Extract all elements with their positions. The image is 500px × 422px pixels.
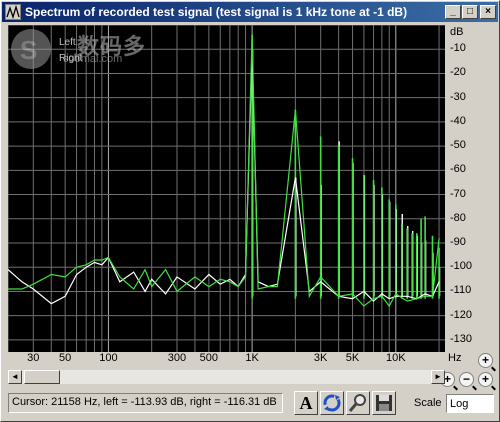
legend-left: Left <box>59 37 76 48</box>
x-tick-label: 10K <box>386 352 406 364</box>
watermark-logo-letter: S <box>20 35 38 65</box>
x-tick-label: 1K <box>245 352 259 364</box>
scale-label: Scale <box>414 397 442 409</box>
scroll-left-button[interactable]: ◄ <box>8 370 22 384</box>
minimize-button[interactable]: _ <box>445 5 461 19</box>
floppy-disk-icon <box>376 395 392 411</box>
y-tick-label: -120 <box>450 308 473 321</box>
cursor-status: Cursor: 21158 Hz, left = -113.93 dB, rig… <box>8 393 283 413</box>
y-unit-label: dB <box>450 26 464 38</box>
zoom-in-vertical-icon[interactable]: + <box>478 353 493 368</box>
zoom-out-symbol: − <box>462 372 470 386</box>
close-button[interactable]: × <box>480 5 496 19</box>
magnifier-icon <box>348 394 366 412</box>
y-tick-label: -110 <box>450 284 472 297</box>
y-tick-label: -20 <box>450 66 466 79</box>
text-tool-label: A <box>299 393 313 413</box>
refresh-icon <box>323 394 341 412</box>
window-title: Spectrum of recorded test signal (test s… <box>25 5 408 19</box>
y-tick-label: -90 <box>450 236 466 248</box>
y-tick-label: -60 <box>450 163 466 176</box>
x-unit-label: Hz <box>448 352 462 364</box>
y-tick-label: -50 <box>450 139 466 152</box>
y-tick-label: -40 <box>450 114 466 127</box>
x-tick-label: 300 <box>167 352 187 364</box>
x-tick-label: 100 <box>99 352 118 364</box>
y-tick-label: -130 <box>450 332 473 345</box>
y-tick-label: -80 <box>450 211 466 224</box>
legend-right: Right <box>59 53 83 64</box>
x-tick-label: 30 <box>27 352 40 364</box>
refresh-button[interactable] <box>320 391 344 415</box>
title-bar[interactable]: Spectrum of recorded test signal (test s… <box>2 2 498 22</box>
x-tick-label: 3K <box>313 352 328 364</box>
save-button[interactable] <box>372 391 396 415</box>
y-tick-label: -30 <box>450 90 466 103</box>
zoom-fit-symbol: + <box>481 372 489 386</box>
x-tick-label: 50 <box>59 352 72 364</box>
zoom-in-symbol: + <box>443 372 451 386</box>
spectrum-window: Spectrum of recorded test signal (test s… <box>0 0 500 422</box>
y-axis-labels: dB -10 -20 -30 -40 -50 -60 -70 -80 -90 -100 -110 -1… <box>448 25 488 352</box>
zoom-tool-button[interactable] <box>346 391 370 415</box>
scroll-thumb[interactable] <box>24 370 60 384</box>
y-tick-label: -10 <box>450 42 466 55</box>
x-tick-label: 5K <box>345 352 360 364</box>
scale-field[interactable] <box>446 394 494 413</box>
text-tool-button[interactable]: A <box>294 391 318 415</box>
horizontal-scrollbar[interactable]: ◄ ► <box>8 370 445 384</box>
x-tick-label: 500 <box>199 352 219 364</box>
y-tick-label: -100 <box>450 260 473 273</box>
app-icon[interactable] <box>5 4 21 20</box>
scroll-right-button[interactable]: ► <box>431 370 445 384</box>
zoom-in-vertical-symbol: + <box>481 353 489 367</box>
watermark: S 数码多 soomal.com <box>11 29 171 75</box>
maximize-button[interactable]: □ <box>462 5 478 19</box>
zoom-out-icon[interactable]: − <box>459 372 474 387</box>
zoom-fit-icon[interactable]: + <box>478 372 493 387</box>
y-tick-label: -70 <box>450 187 466 200</box>
